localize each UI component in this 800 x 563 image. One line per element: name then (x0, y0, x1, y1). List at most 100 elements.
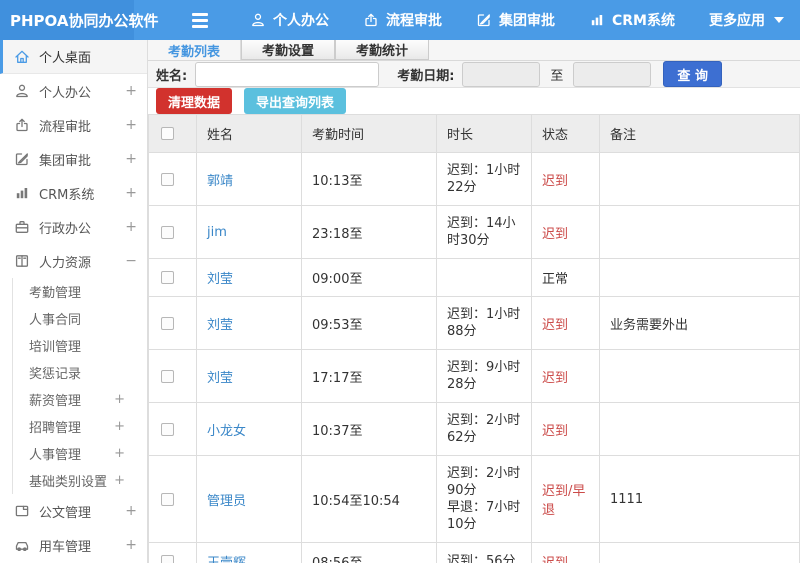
sidebar-subitem-8[interactable]: 人事合同 (13, 305, 125, 332)
status-cell: 迟到 (531, 152, 600, 206)
note-cell (599, 152, 800, 206)
sidebar-subitem-13[interactable]: 人事管理 + (13, 440, 125, 467)
row-checkbox[interactable] (161, 271, 174, 284)
note-cell (599, 205, 800, 259)
sidebar-item-1[interactable]: 个人办公 + (0, 74, 147, 108)
status-cell: 迟到 (531, 402, 600, 456)
duration-line: 迟到：2小时62分 (447, 413, 521, 445)
duration-cell: 迟到：1小时22分 (436, 152, 532, 206)
doc-icon (14, 503, 30, 519)
table-row: 刘莹 09:00至 正常 (148, 258, 800, 297)
sidebar-item-6[interactable]: 人力资源 − (0, 244, 147, 278)
duration-cell: 迟到：2小时62分 (436, 402, 532, 456)
sidebar-item-2[interactable]: 流程审批 + (0, 108, 147, 142)
topnav-item-4[interactable]: 更多应用 (709, 10, 784, 30)
employee-name-link[interactable]: 小龙女 (196, 402, 302, 456)
sidebar-item-label: 个人桌面 (39, 51, 92, 66)
expand-icon: + (125, 117, 137, 133)
sidebar-subitem-12[interactable]: 招聘管理 + (13, 413, 125, 440)
row-checkbox[interactable] (161, 369, 174, 383)
employee-name-link[interactable]: 王壹辉 (196, 542, 302, 563)
app-logo: PHPOA协同办公软件 (0, 0, 159, 40)
table-row: 王壹辉 08:56至 迟到：56分 迟到 (148, 542, 800, 563)
name-input[interactable] (195, 61, 380, 87)
expand-icon: + (114, 473, 125, 488)
expand-icon: + (114, 419, 125, 434)
col-header-note: 备注 (599, 114, 800, 153)
sidebar-item-0[interactable]: 个人桌面 (0, 40, 147, 74)
sidebar-subitem-14[interactable]: 基础类别设置 + (13, 467, 125, 494)
sidebar-subitem-label: 人事管理 (29, 448, 82, 463)
duration-line: 迟到：56分 (447, 554, 516, 563)
note-cell (599, 349, 800, 403)
query-button[interactable]: 查 询 (663, 61, 722, 87)
table-row: 小龙女 10:37至 迟到：2小时62分 迟到 (148, 402, 800, 456)
topnav: 个人办公 流程审批 集团审批 CRM系统 更多应用 (192, 0, 784, 40)
tab-attendance-settings[interactable]: 考勤设置 (241, 40, 336, 60)
duration-line: 早退：7小时10分 (447, 500, 521, 532)
sidebar-subitem-label: 考勤管理 (29, 286, 82, 301)
status-cell: 迟到 (531, 205, 600, 259)
sidebar-subitem-label: 薪资管理 (29, 394, 82, 409)
row-checkbox[interactable] (161, 492, 174, 506)
sidebar-item-5[interactable]: 行政办公 + (0, 210, 147, 244)
car-icon (14, 537, 30, 553)
topbar: PHPOA协同办公软件 个人办公 流程审批 集团审批 CRM系统 更多应用 (0, 0, 800, 40)
sidebar-item-label: 用车管理 (39, 539, 92, 555)
employee-name-link[interactable]: 刘莹 (196, 258, 302, 297)
tab-attendance-list[interactable]: 考勤列表 (148, 40, 242, 60)
topnav-label: 个人办公 (273, 13, 329, 29)
col-header-status: 状态 (531, 114, 600, 153)
topnav-item-3[interactable]: CRM系统 (589, 10, 675, 30)
topnav-item-2[interactable]: 集团审批 (476, 10, 555, 30)
employee-name-link[interactable]: 刘莹 (196, 296, 302, 350)
export-list-button[interactable]: 导出查询列表 (244, 88, 347, 114)
sidebar-item-16[interactable]: 用车管理 + (0, 528, 147, 562)
topnav-item-1[interactable]: 流程审批 (363, 10, 442, 30)
employee-name-link[interactable]: 郭靖 (196, 152, 302, 206)
sidebar-item-15[interactable]: 公文管理 + (0, 494, 147, 528)
clean-data-button[interactable]: 清理数据 (156, 88, 233, 114)
attendance-date-label: 考勤日期: (397, 68, 455, 84)
row-checkbox[interactable] (161, 555, 174, 563)
topnav-label: 集团审批 (499, 13, 555, 29)
caret-down-icon (774, 17, 784, 23)
expand-icon: + (125, 83, 137, 99)
sidebar-subitem-7[interactable]: 考勤管理 (13, 278, 125, 305)
employee-name-link[interactable]: 管理员 (196, 455, 302, 543)
duration-line: 迟到：2小时90分 (447, 466, 521, 498)
expand-icon: + (114, 446, 125, 461)
employee-name-link[interactable]: jim (196, 205, 302, 259)
select-all-checkbox[interactable] (161, 127, 174, 140)
sidebar-item-4[interactable]: CRM系统 + (0, 176, 147, 210)
sidebar-subitem-9[interactable]: 培训管理 (13, 332, 125, 359)
attendance-time: 08:56至 (301, 542, 437, 563)
row-checkbox[interactable] (161, 225, 174, 239)
date-from-input[interactable] (462, 61, 541, 87)
status-cell: 迟到 (531, 349, 600, 403)
duration-cell: 迟到：14小时30分 (436, 205, 532, 259)
tab-attendance-stats[interactable]: 考勤统计 (335, 40, 430, 60)
duration-cell: 迟到：9小时28分 (436, 349, 532, 403)
table-row: 郭靖 10:13至 迟到：1小时22分 迟到 (148, 152, 800, 206)
table-row: 刘莹 09:53至 迟到：1小时88分 迟到 业务需要外出 (148, 296, 800, 350)
sidebar-subitem-11[interactable]: 薪资管理 + (13, 386, 125, 413)
topnav-label: 更多应用 (709, 13, 765, 29)
note-cell: 业务需要外出 (599, 296, 800, 350)
briefcase-icon (14, 219, 30, 235)
person-icon (14, 83, 30, 99)
sidebar-item-3[interactable]: 集团审批 + (0, 142, 147, 176)
expand-icon: + (114, 392, 125, 407)
date-to-input[interactable] (573, 61, 652, 87)
attendance-time: 09:00至 (301, 258, 437, 297)
hamburger-icon[interactable] (192, 12, 208, 28)
sidebar-subitem-10[interactable]: 奖惩记录 (13, 359, 125, 386)
book-icon (14, 253, 30, 269)
employee-name-link[interactable]: 刘莹 (196, 349, 302, 403)
row-checkbox[interactable] (161, 422, 174, 436)
row-checkbox[interactable] (161, 172, 174, 186)
expand-icon: + (125, 503, 137, 519)
sidebar-subitem-label: 基础类别设置 (29, 475, 108, 490)
row-checkbox[interactable] (161, 316, 174, 330)
topnav-item-0[interactable]: 个人办公 (250, 10, 329, 30)
